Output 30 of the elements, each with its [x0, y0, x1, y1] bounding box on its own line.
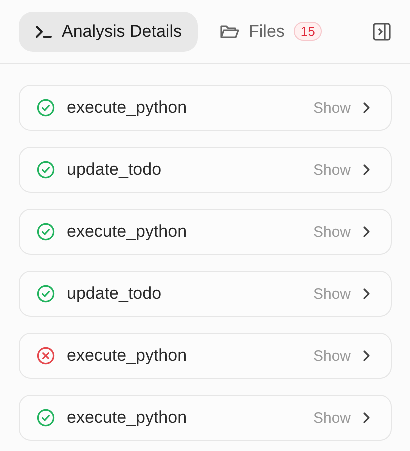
- success-check-icon: [37, 161, 55, 179]
- tool-name: execute_python: [67, 98, 188, 118]
- tool-call-card[interactable]: execute_python Show: [19, 85, 392, 131]
- tab[interactable]: Analysis Details: [19, 12, 198, 52]
- success-check-icon: [37, 99, 55, 117]
- tool-name: update_todo: [67, 160, 163, 180]
- error-x-icon: [37, 347, 55, 365]
- chevron-right-icon: [363, 350, 371, 362]
- chevron-right-icon: [363, 102, 371, 114]
- success-check-icon: [37, 285, 55, 303]
- chevron-right-icon: [363, 288, 371, 300]
- tool-call-card[interactable]: update_todo Show: [19, 147, 392, 193]
- tool-name: execute_python: [67, 346, 188, 366]
- success-check-icon: [37, 223, 55, 241]
- chevron-right-icon: [363, 226, 371, 238]
- tool-call-card[interactable]: execute_python Show: [19, 209, 392, 255]
- tool-call-card[interactable]: execute_python Show: [19, 395, 392, 441]
- terminal-icon: [35, 24, 53, 38]
- tab[interactable]: Files 15: [204, 12, 338, 52]
- panel-toggle-icon[interactable]: [373, 22, 391, 40]
- chevron-right-icon: [363, 412, 371, 424]
- tool-call-card[interactable]: update_todo Show: [19, 271, 392, 317]
- folder-icon: [220, 24, 240, 40]
- tool-name: execute_python: [67, 408, 188, 428]
- tool-name: update_todo: [67, 284, 163, 304]
- success-check-icon: [37, 409, 55, 427]
- tool-call-card[interactable]: execute_python Show: [19, 333, 392, 379]
- chevron-right-icon: [363, 164, 371, 176]
- tool-name: execute_python: [67, 222, 188, 242]
- count-badge: 15: [294, 22, 322, 41]
